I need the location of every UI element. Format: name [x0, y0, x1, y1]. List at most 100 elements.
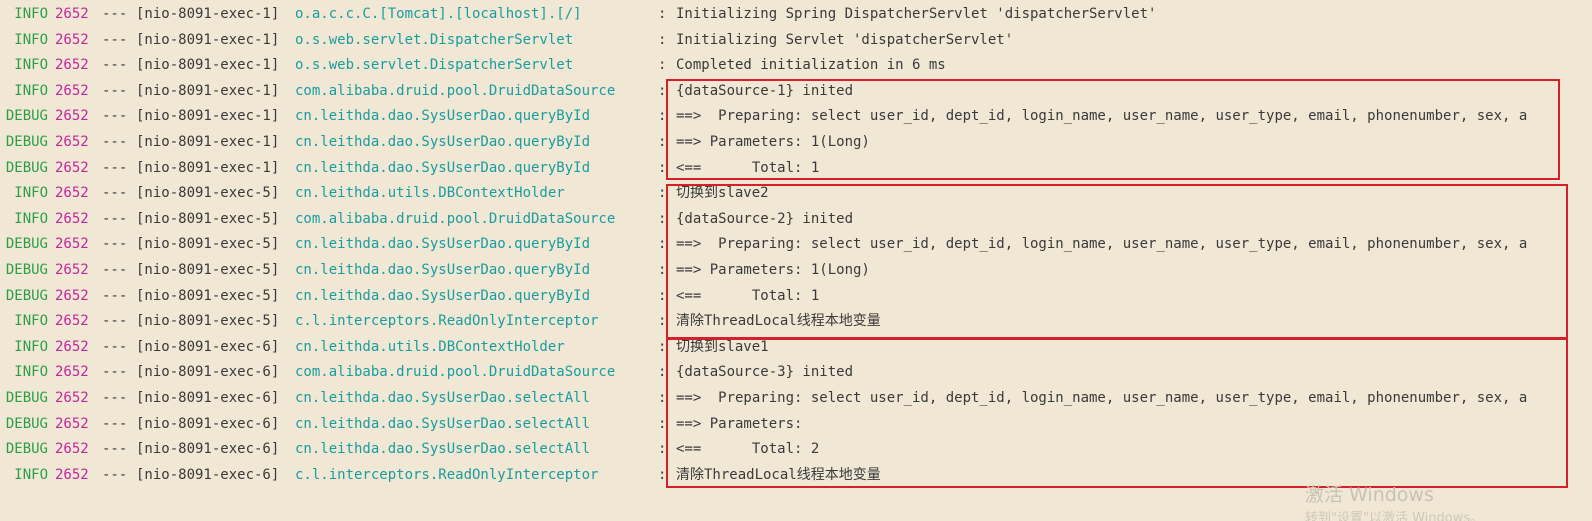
log-pid: 2652	[55, 466, 89, 483]
log-thread: [nio-8091-exec-1]	[136, 57, 280, 74]
log-colon: :	[658, 6, 667, 22]
log-pid: 2652	[55, 262, 89, 278]
log-logger: cn.leithda.dao.SysUserDao.queryById	[295, 236, 591, 253]
log-thread: [nio-8091-exec-6]	[136, 338, 280, 355]
log-message: 切换到slave2	[676, 185, 769, 202]
log-line: INFO 2652 --- [nio-8091-exec-6] cn.leithda.u…	[0, 335, 1592, 361]
log-pid: 2652	[55, 313, 89, 330]
log-logger: o.a.c.c.C.[Tomcat].[localhost].[/]	[295, 6, 582, 22]
log-thread: [nio-8091-exec-5]	[136, 210, 280, 227]
log-separator: ---	[102, 236, 128, 253]
log-line: DEBUG 2652 --- [nio-8091-exec-6] cn.leithda.…	[0, 386, 1592, 412]
log-separator: ---	[102, 338, 128, 355]
windows-activation-watermark: 激活 Windows	[1305, 484, 1434, 506]
log-level: INFO	[14, 210, 48, 227]
log-message: {dataSource-1} inited	[676, 82, 854, 99]
log-colon: :	[658, 441, 667, 458]
log-logger: c.l.interceptors.ReadOnlyInterceptor	[295, 313, 599, 330]
log-level: INFO	[14, 6, 48, 22]
log-level: INFO	[14, 338, 48, 355]
log-message: <== Total: 1	[676, 287, 820, 304]
log-separator: ---	[102, 108, 128, 125]
log-separator: ---	[102, 57, 128, 74]
log-separator: ---	[102, 390, 128, 406]
log-line: DEBUG 2652 --- [nio-8091-exec-1] cn.leithda.…	[0, 104, 1592, 130]
log-line: INFO 2652 --- [nio-8091-exec-5] com.alibaba.…	[0, 207, 1592, 233]
log-colon: :	[658, 415, 667, 432]
log-logger: cn.leithda.dao.SysUserDao.queryById	[295, 159, 591, 176]
log-separator: ---	[102, 262, 128, 278]
log-logger: cn.leithda.dao.SysUserDao.selectAll	[295, 441, 591, 458]
log-logger: cn.leithda.dao.SysUserDao.queryById	[295, 108, 591, 125]
log-separator: ---	[102, 82, 128, 99]
log-colon: :	[658, 82, 667, 99]
log-level: INFO	[14, 185, 48, 202]
log-pid: 2652	[55, 159, 89, 176]
log-pid: 2652	[55, 6, 89, 22]
log-line: DEBUG 2652 --- [nio-8091-exec-6] cn.leithda.…	[0, 437, 1592, 463]
log-pid: 2652	[55, 210, 89, 227]
log-thread: [nio-8091-exec-6]	[136, 415, 280, 432]
log-message: ==> Preparing: select user_id, dept_id, …	[676, 108, 1528, 125]
log-logger: o.s.web.servlet.DispatcherServlet	[295, 57, 574, 74]
log-message: ==> Parameters: 1(Long)	[676, 134, 870, 150]
log-level: INFO	[14, 364, 48, 381]
log-thread: [nio-8091-exec-1]	[136, 82, 280, 99]
log-logger: com.alibaba.druid.pool.DruidDataSource	[295, 364, 616, 381]
log-pid: 2652	[55, 82, 89, 99]
log-thread: [nio-8091-exec-1]	[136, 31, 280, 48]
log-colon: :	[658, 390, 667, 406]
log-separator: ---	[102, 210, 128, 227]
log-level: DEBUG	[5, 415, 48, 432]
log-level: DEBUG	[5, 134, 48, 150]
log-line: DEBUG 2652 --- [nio-8091-exec-5] cn.leithda.…	[0, 232, 1592, 258]
log-level: INFO	[14, 82, 48, 99]
log-colon: :	[658, 31, 667, 48]
log-message: 清除ThreadLocal线程本地变量	[676, 313, 881, 330]
log-separator: ---	[102, 159, 128, 176]
log-colon: :	[658, 466, 667, 483]
log-pid: 2652	[55, 236, 89, 253]
log-line: DEBUG 2652 --- [nio-8091-exec-1] cn.leithda.…	[0, 156, 1592, 182]
log-separator: ---	[102, 441, 128, 458]
log-pid: 2652	[55, 57, 89, 74]
log-pid: 2652	[55, 287, 89, 304]
log-line: DEBUG 2652 --- [nio-8091-exec-5] cn.leithda.…	[0, 258, 1592, 284]
log-separator: ---	[102, 313, 128, 330]
log-level: DEBUG	[5, 262, 48, 278]
log-thread: [nio-8091-exec-1]	[136, 6, 280, 22]
log-pid: 2652	[55, 108, 89, 125]
log-message: {dataSource-2} inited	[676, 210, 854, 227]
log-thread: [nio-8091-exec-6]	[136, 364, 280, 381]
log-pid: 2652	[55, 185, 89, 202]
log-separator: ---	[102, 364, 128, 381]
log-thread: [nio-8091-exec-6]	[136, 441, 280, 458]
log-message: Initializing Servlet 'dispatcherServlet'	[676, 31, 1014, 48]
log-thread: [nio-8091-exec-1]	[136, 134, 280, 150]
log-level: DEBUG	[5, 441, 48, 458]
log-message: <== Total: 2	[676, 441, 820, 458]
log-message: ==> Preparing: select user_id, dept_id, …	[676, 236, 1528, 253]
log-level: DEBUG	[5, 108, 48, 125]
log-line: INFO 2652 --- [nio-8091-exec-1] com.alibaba.…	[0, 79, 1592, 105]
log-message: Completed initialization in 6 ms	[676, 57, 946, 74]
log-level: INFO	[14, 466, 48, 483]
log-message: 清除ThreadLocal线程本地变量	[676, 466, 881, 483]
log-colon: :	[658, 287, 667, 304]
console-output: INFO 2652 --- [nio-8091-exec-1] o.a.c.c.C.[T…	[0, 0, 1592, 521]
log-message: ==> Parameters:	[676, 415, 811, 432]
log-thread: [nio-8091-exec-6]	[136, 466, 280, 483]
log-colon: :	[658, 262, 667, 278]
log-message: {dataSource-3} inited	[676, 364, 854, 381]
log-colon: :	[658, 313, 667, 330]
log-logger: cn.leithda.dao.SysUserDao.queryById	[295, 134, 591, 150]
log-thread: [nio-8091-exec-5]	[136, 236, 280, 253]
log-message: Initializing Spring DispatcherServlet 'd…	[676, 6, 1157, 22]
log-logger: cn.leithda.dao.SysUserDao.queryById	[295, 262, 591, 278]
log-thread: [nio-8091-exec-1]	[136, 159, 280, 176]
log-line: DEBUG 2652 --- [nio-8091-exec-6] cn.leithda.…	[0, 412, 1592, 438]
log-line: INFO 2652 --- [nio-8091-exec-6] com.alibaba.…	[0, 360, 1592, 386]
log-colon: :	[658, 134, 667, 150]
log-level: INFO	[14, 313, 48, 330]
log-colon: :	[658, 236, 667, 253]
